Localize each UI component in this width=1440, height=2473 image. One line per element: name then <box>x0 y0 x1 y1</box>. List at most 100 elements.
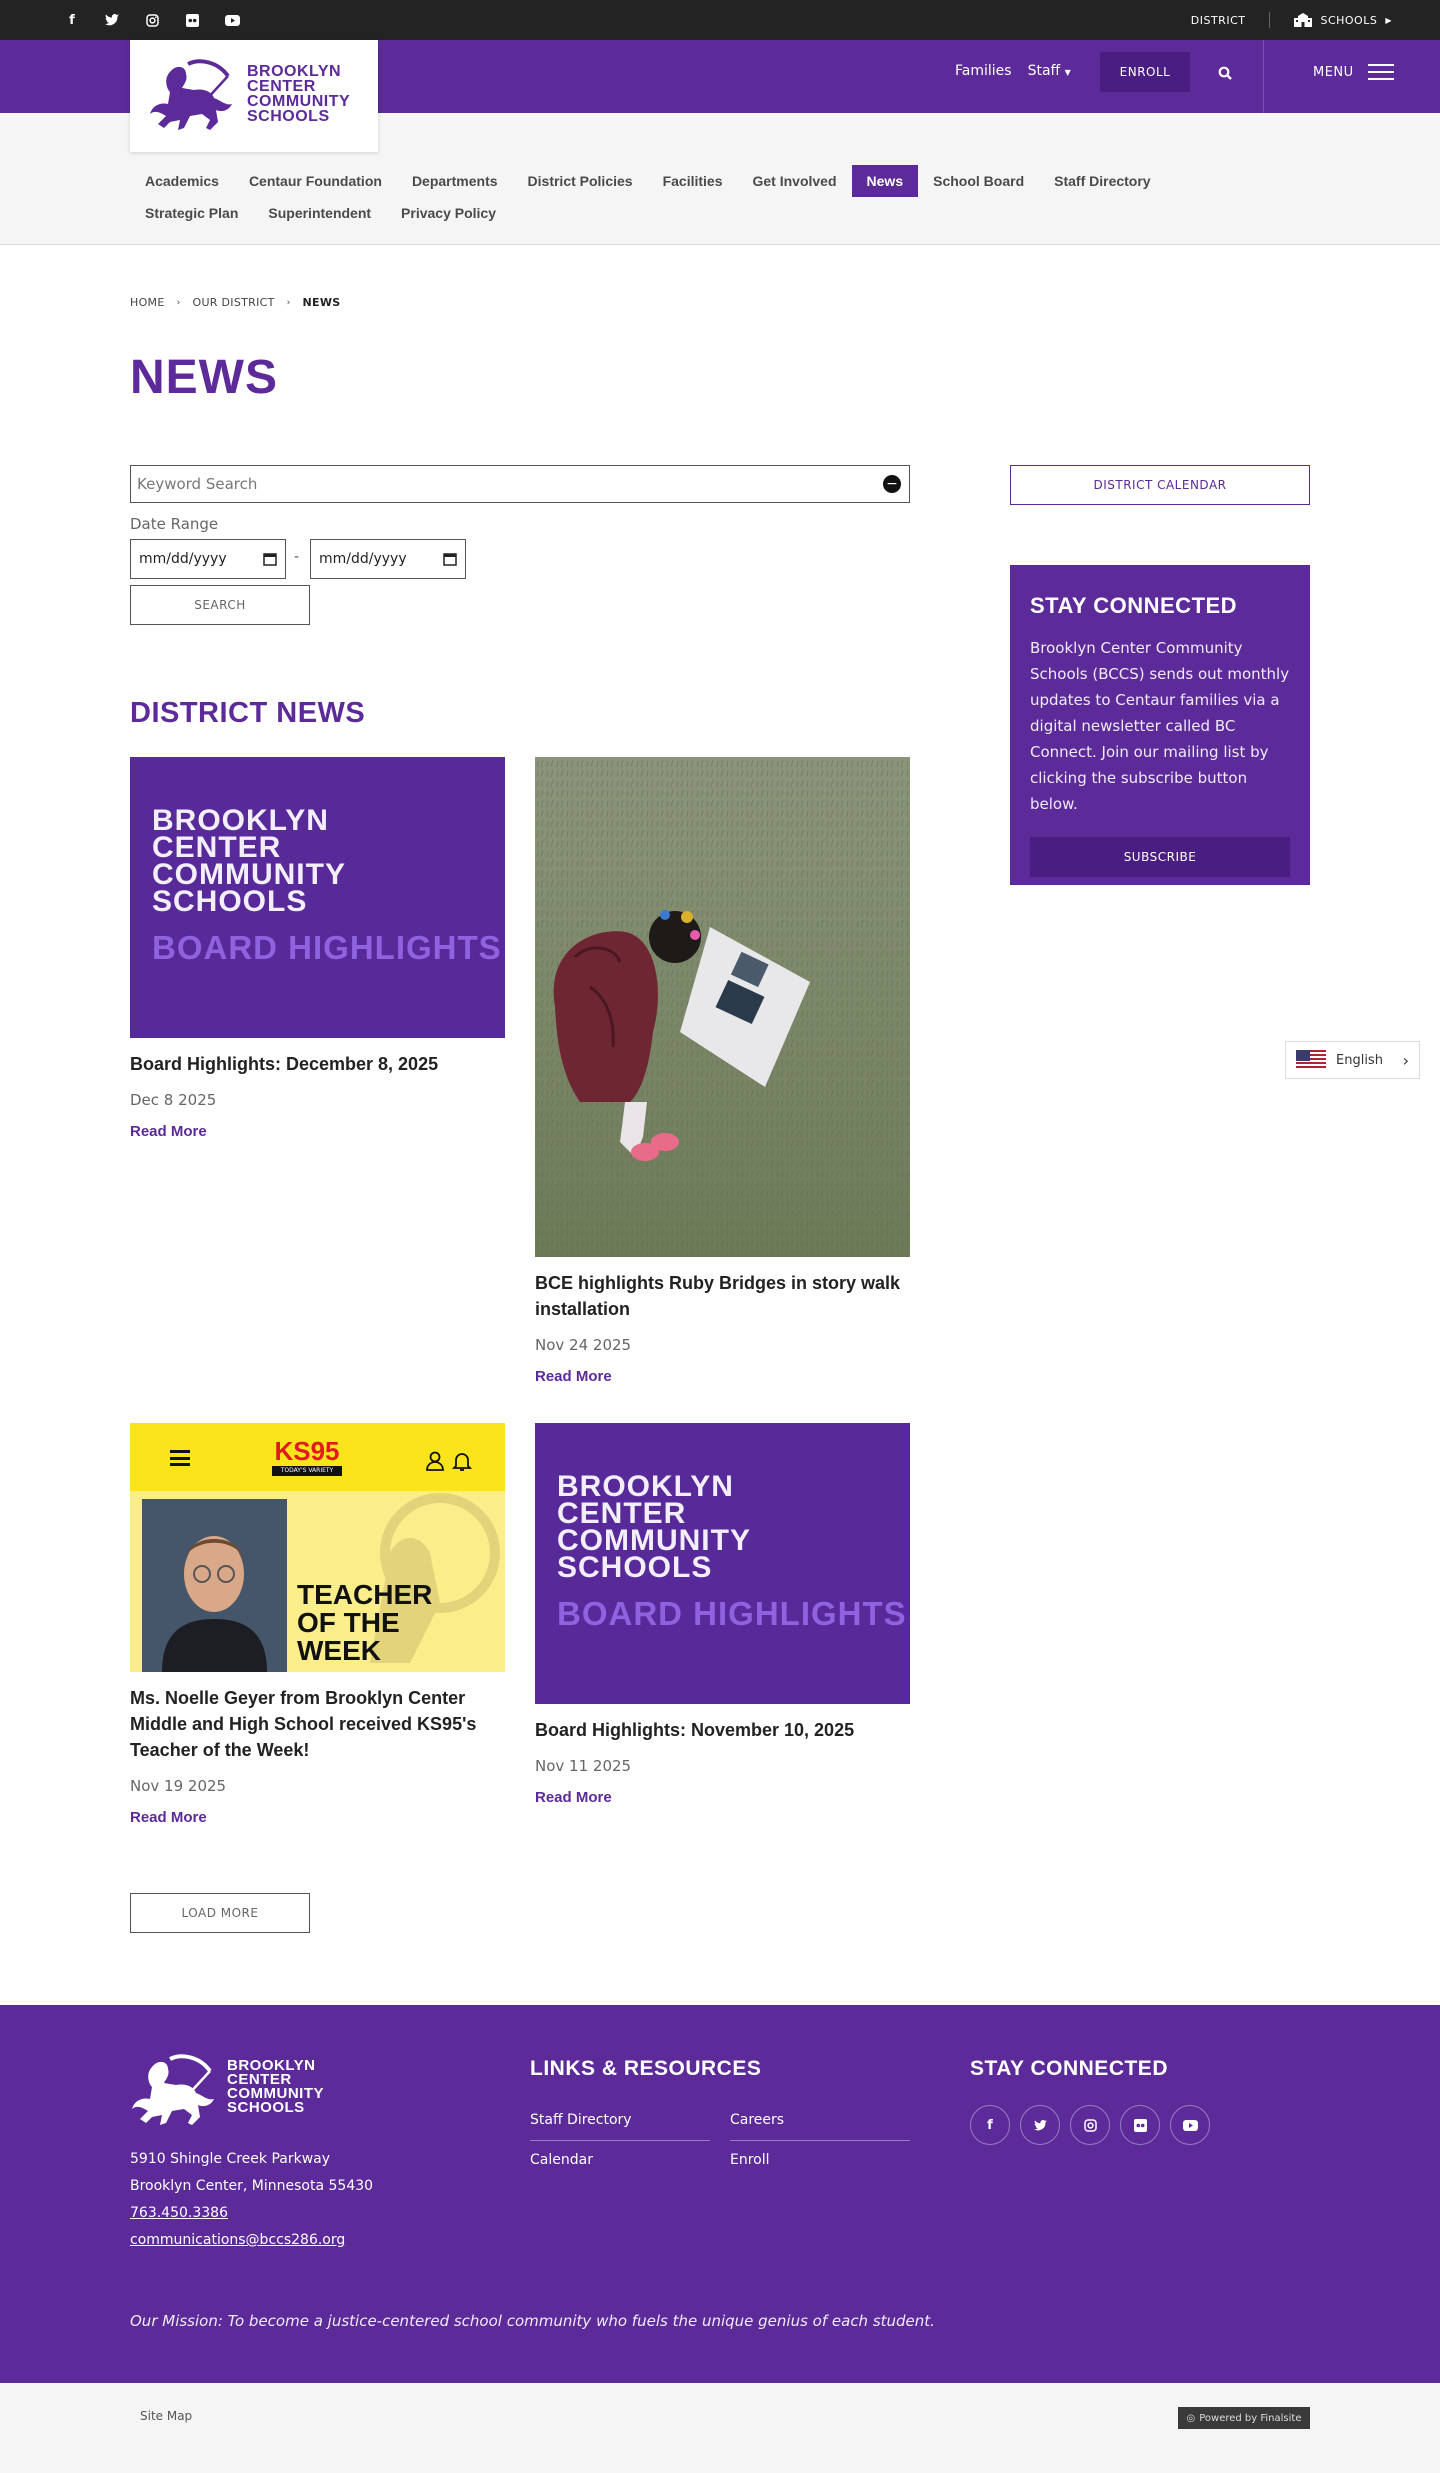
staff-dropdown[interactable]: Staff ▼ <box>1028 63 1071 79</box>
teacher-photo <box>142 1499 287 1672</box>
graphic-line: SCHOOLS <box>152 885 308 918</box>
teacher-of-week-graphic[interactable]: KS95 TODAY'S VARIETY TEACHER OF THE WEEK <box>130 1423 505 1672</box>
story-walk-photo[interactable] <box>535 757 910 1257</box>
phone-link[interactable]: 763.450.3386 <box>130 2200 373 2227</box>
enroll-button[interactable]: ENROLL <box>1100 52 1190 92</box>
graphic-line: SCHOOLS <box>557 1551 713 1584</box>
date-range-label: Date Range <box>130 515 219 533</box>
twitter-icon[interactable] <box>1020 2105 1060 2145</box>
twitter-icon[interactable] <box>100 9 124 31</box>
facebook-icon[interactable]: f <box>970 2105 1010 2145</box>
search-button[interactable] <box>1210 60 1240 86</box>
graphic-highlight: BOARD HIGHLIGHTS <box>557 1595 907 1632</box>
logo-line: SCHOOLS <box>247 108 330 125</box>
nav-item-get-involved[interactable]: Get Involved <box>738 165 852 197</box>
nav-item-superintendent[interactable]: Superintendent <box>253 197 386 229</box>
mission-statement: Our Mission: To become a justice-centere… <box>130 2312 935 2330</box>
header-links: Families Staff ▼ <box>955 63 1071 79</box>
nav-item-centaur-foundation[interactable]: Centaur Foundation <box>234 165 397 197</box>
read-more-link[interactable]: Read More <box>535 1368 910 1385</box>
breadcrumb-our-district[interactable]: OUR DISTRICT <box>192 296 274 309</box>
nav-item-staff-directory[interactable]: Staff Directory <box>1039 165 1165 197</box>
nav-item-departments[interactable]: Departments <box>397 165 513 197</box>
news-title[interactable]: Ms. Noelle Geyer from Brooklyn Center Mi… <box>130 1685 505 1763</box>
headline-line: OF THE <box>297 1607 400 1638</box>
footer-link-staff-directory[interactable]: Staff Directory <box>530 2112 710 2141</box>
read-more-link[interactable]: Read More <box>130 1809 505 1826</box>
graphic-line: COMMUNITY <box>557 1524 751 1557</box>
section-nav-items: Academics Centaur Foundation Departments… <box>130 165 1230 229</box>
powered-by-label: Powered by Finalsite <box>1199 2412 1302 2424</box>
read-more-link[interactable]: Read More <box>535 1789 910 1806</box>
load-more-button[interactable]: LOAD MORE <box>130 1893 310 1933</box>
nav-item-academics[interactable]: Academics <box>130 165 234 197</box>
nav-item-strategic-plan[interactable]: Strategic Plan <box>130 197 253 229</box>
news-card: KS95 TODAY'S VARIETY TEACHER OF THE WEEK… <box>130 1423 505 1826</box>
graphic-highlight: BOARD HIGHLIGHTS <box>152 929 502 966</box>
us-flag-icon <box>1296 1050 1326 1070</box>
links-resources-heading: LINKS & RESOURCES <box>530 2057 762 2080</box>
nav-item-school-board[interactable]: School Board <box>918 165 1039 197</box>
school-building-icon <box>1294 13 1313 27</box>
address-line: 5910 Shingle Creek Parkway <box>130 2151 331 2167</box>
powered-by-badge[interactable]: ◎ Powered by Finalsite <box>1178 2407 1310 2429</box>
board-highlights-graphic[interactable]: BROOKLYN CENTER COMMUNITY SCHOOLS BOARD … <box>130 757 505 1038</box>
news-title[interactable]: Board Highlights: November 10, 2025 <box>535 1717 910 1743</box>
search-submit-button[interactable]: SEARCH <box>130 585 310 625</box>
nav-item-facilities[interactable]: Facilities <box>648 165 738 197</box>
footer-link-careers[interactable]: Careers <box>730 2112 910 2141</box>
utility-bar: f DISTRICT SCHOOLS ▶ <box>0 0 1440 40</box>
user-icon <box>426 1451 444 1471</box>
youtube-icon[interactable] <box>1170 2105 1210 2145</box>
district-calendar-button[interactable]: DISTRICT CALENDAR <box>1010 465 1310 505</box>
graphic-line: BROOKLYN <box>152 804 329 837</box>
caret-right-icon: ▶ <box>1385 15 1392 25</box>
board-highlights-graphic[interactable]: BROOKLYN CENTER COMMUNITY SCHOOLS BOARD … <box>535 1423 910 1704</box>
clear-search-icon[interactable]: − <box>883 475 901 493</box>
utility-links: DISTRICT SCHOOLS ▶ <box>1191 12 1392 28</box>
families-link[interactable]: Families <box>955 63 1012 79</box>
news-date: Nov 19 2025 <box>130 1777 227 1795</box>
logo-wordmark: BROOKLYN CENTER COMMUNITY SCHOOLS <box>247 64 350 125</box>
language-selector[interactable]: English › <box>1285 1041 1420 1079</box>
youtube-icon[interactable] <box>220 9 244 31</box>
footer-link-enroll[interactable]: Enroll <box>730 2152 910 2180</box>
nav-item-district-policies[interactable]: District Policies <box>513 165 648 197</box>
district-logo[interactable]: BROOKLYN CENTER COMMUNITY SCHOOLS <box>130 40 378 152</box>
keyword-search: − <box>130 465 910 503</box>
footer-address: 5910 Shingle Creek Parkway Brooklyn Cent… <box>130 2146 373 2254</box>
footer-social-links: f <box>970 2105 1210 2145</box>
nav-item-news[interactable]: News <box>851 165 919 197</box>
instagram-icon[interactable] <box>1070 2105 1110 2145</box>
chevron-right-icon: › <box>286 297 291 308</box>
site-map-link[interactable]: Site Map <box>140 2409 192 2423</box>
date-to-input[interactable]: mm/dd/yyyy <box>310 539 466 579</box>
news-title[interactable]: Board Highlights: December 8, 2025 <box>130 1051 505 1077</box>
nav-item-privacy-policy[interactable]: Privacy Policy <box>386 197 511 229</box>
centaur-logo-icon[interactable] <box>130 2053 224 2131</box>
district-link[interactable]: DISTRICT <box>1191 14 1246 27</box>
news-card: BROOKLYN CENTER COMMUNITY SCHOOLS BOARD … <box>535 1423 910 1806</box>
read-more-link[interactable]: Read More <box>130 1123 505 1140</box>
schools-dropdown[interactable]: SCHOOLS ▶ <box>1294 13 1392 27</box>
page-title: NEWS <box>130 351 278 404</box>
instagram-icon[interactable] <box>140 9 164 31</box>
divider <box>1269 12 1271 28</box>
breadcrumb-home[interactable]: HOME <box>130 296 165 309</box>
chevron-right-icon: › <box>1402 1050 1409 1070</box>
address-line: Brooklyn Center, Minnesota 55430 <box>130 2178 374 2194</box>
flickr-icon[interactable] <box>1120 2105 1160 2145</box>
news-title[interactable]: BCE highlights Ruby Bridges in story wal… <box>535 1270 910 1322</box>
hamburger-icon <box>170 1450 190 1466</box>
breadcrumb-current: NEWS <box>302 296 341 309</box>
flickr-icon[interactable] <box>180 9 204 31</box>
breadcrumb: HOME › OUR DISTRICT › NEWS <box>130 296 341 309</box>
subscribe-button[interactable]: SUBSCRIBE <box>1030 837 1290 877</box>
keyword-search-input[interactable] <box>131 466 851 502</box>
menu-button[interactable]: MENU <box>1313 64 1394 80</box>
date-from-input[interactable]: mm/dd/yyyy <box>130 539 286 579</box>
email-link[interactable]: communications@bccs286.org <box>130 2227 373 2254</box>
footer-link-calendar[interactable]: Calendar <box>530 2152 710 2180</box>
footer-stay-connected-heading: STAY CONNECTED <box>970 2057 1168 2080</box>
facebook-icon[interactable]: f <box>60 9 84 31</box>
